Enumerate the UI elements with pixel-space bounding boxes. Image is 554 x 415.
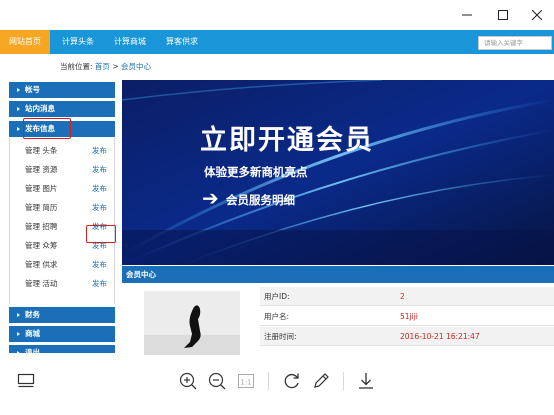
rotate-icon	[284, 373, 299, 389]
nav-supply-demand[interactable]: 算客供求	[156, 30, 208, 54]
maximize-button[interactable]	[484, 0, 522, 30]
submenu-item: 管理 简历 发布	[10, 198, 116, 217]
sidebar-section-account[interactable]: 帐号	[9, 82, 115, 98]
title-bar	[0, 0, 554, 30]
submenu-item: 管理 头条 发布	[10, 141, 116, 160]
breadcrumb-separator: >	[112, 62, 119, 71]
triangle-right-icon	[17, 127, 20, 131]
info-row-username: 用户名: 51jiji	[260, 307, 554, 326]
banner-title: 立即开通会员	[200, 125, 374, 156]
manage-link[interactable]: 管理 头条	[25, 141, 57, 160]
manage-link[interactable]: 管理 简历	[25, 198, 57, 217]
zoom-out-icon	[208, 372, 226, 390]
toolbar-separator	[268, 372, 269, 390]
close-icon	[532, 10, 542, 20]
field-label: 用户名:	[264, 312, 290, 321]
sidebar-section-logout[interactable]: 退出	[9, 345, 115, 353]
manage-link[interactable]: 管理 活动	[25, 274, 57, 293]
submenu-item: 管理 活动 发布	[10, 274, 116, 293]
breadcrumb-current[interactable]: 会员中心	[121, 62, 151, 71]
member-services-link[interactable]: 会员服务明细	[226, 192, 295, 208]
manage-link[interactable]: 管理 供求	[25, 255, 57, 274]
info-row-user-id: 用户ID: 2	[260, 287, 554, 306]
minimize-button[interactable]	[448, 0, 486, 30]
banner-subtitle: 体验更多新商机亮点	[204, 165, 308, 179]
triangle-right-icon	[17, 332, 20, 336]
zoom-in-icon	[179, 372, 197, 390]
info-row-register-time: 注册时间: 2016-10-21 16:21:47	[260, 327, 554, 346]
manage-link[interactable]: 管理 图片	[25, 179, 57, 198]
publish-link[interactable]: 发布	[92, 255, 107, 274]
field-label: 注册时间:	[264, 332, 297, 341]
annotation-box-publish-info	[23, 118, 71, 139]
nav-mall[interactable]: 计算商城	[104, 30, 156, 54]
publish-link[interactable]: 发布	[92, 274, 107, 293]
filmstrip-button[interactable]	[14, 369, 38, 393]
svg-text:1:1: 1:1	[240, 379, 251, 387]
user-avatar-photo	[144, 291, 240, 355]
minimize-icon	[462, 14, 472, 16]
publish-submenu: 管理 头条 发布 管理 资源 发布 管理 图片 发布 管理 简历 发布 管理 招聘 发布 …	[9, 138, 115, 304]
field-label: 用户ID:	[264, 292, 290, 301]
publish-link[interactable]: 发布	[92, 198, 107, 217]
publish-link[interactable]: 发布	[92, 179, 107, 198]
site-top-nav: 网站首页 计算头条 计算商城 算客供求 请输入关键字	[0, 30, 554, 54]
field-value: 2016-10-21 16:21:47	[400, 332, 480, 341]
silhouette-figure	[144, 291, 240, 355]
edit-pen-icon	[314, 373, 329, 388]
actual-size-button[interactable]: 1:1	[234, 369, 258, 393]
submenu-item: 管理 图片 发布	[10, 179, 116, 198]
annotation-box-publish-resume	[86, 225, 116, 243]
triangle-right-icon	[17, 107, 20, 111]
viewer-toolbar: 1:1	[0, 355, 554, 415]
nav-headlines[interactable]: 计算头条	[52, 30, 104, 54]
member-sidebar: 帐号 站内消息 发布信息 管理 头条 发布 管理 资源 发布 管理 图片 发布 管理 …	[9, 80, 116, 353]
actual-size-icon: 1:1	[238, 374, 254, 388]
filmstrip-icon	[17, 373, 35, 388]
manage-link[interactable]: 管理 招聘	[25, 217, 57, 236]
triangle-right-icon	[17, 351, 20, 353]
download-button[interactable]	[354, 369, 378, 393]
arrow-right-icon: ➔	[202, 186, 219, 210]
download-icon	[359, 373, 373, 389]
triangle-right-icon	[17, 88, 20, 92]
field-value: 2	[400, 292, 405, 301]
membership-banner[interactable]: 立即开通会员 体验更多新商机亮点 ➔ 会员服务明细	[122, 80, 554, 265]
field-value: 51jiji	[400, 312, 418, 321]
image-canvas: 网站首页 计算头条 计算商城 算客供求 请输入关键字 当前位置: 首页 > 会员…	[0, 30, 554, 355]
publish-link[interactable]: 发布	[92, 141, 107, 160]
submenu-item: 管理 供求 发布	[10, 255, 116, 274]
edit-button[interactable]	[309, 369, 333, 393]
sidebar-section-messages[interactable]: 站内消息	[9, 101, 115, 117]
submenu-item: 管理 资源 发布	[10, 160, 116, 179]
publish-link[interactable]: 发布	[92, 160, 107, 179]
breadcrumb-prefix: 当前位置:	[60, 62, 93, 71]
breadcrumb: 当前位置: 首页 > 会员中心	[0, 54, 554, 76]
toolbar-separator	[343, 372, 344, 390]
zoom-in-button[interactable]	[176, 369, 200, 393]
close-button[interactable]	[518, 0, 554, 30]
site-search-input[interactable]: 请输入关键字	[478, 36, 552, 50]
zoom-out-button[interactable]	[205, 369, 229, 393]
maximize-icon	[498, 10, 508, 20]
breadcrumb-home[interactable]: 首页	[95, 62, 110, 71]
triangle-right-icon	[17, 313, 20, 317]
sidebar-section-finance[interactable]: 财务	[9, 307, 115, 323]
manage-link[interactable]: 管理 资源	[25, 160, 57, 179]
rotate-button[interactable]	[280, 369, 304, 393]
nav-home[interactable]: 网站首页	[0, 30, 50, 54]
member-center-heading: 会员中心	[122, 266, 554, 283]
member-center-panel: 用户ID: 2 用户名: 51jiji 注册时间: 2016-10-21 16:…	[122, 283, 554, 355]
banner-background	[122, 80, 554, 265]
manage-link[interactable]: 管理 众筹	[25, 236, 57, 255]
sidebar-section-mall[interactable]: 商城	[9, 326, 115, 342]
image-viewer-window: 网站首页 计算头条 计算商城 算客供求 请输入关键字 当前位置: 首页 > 会员…	[0, 0, 554, 415]
